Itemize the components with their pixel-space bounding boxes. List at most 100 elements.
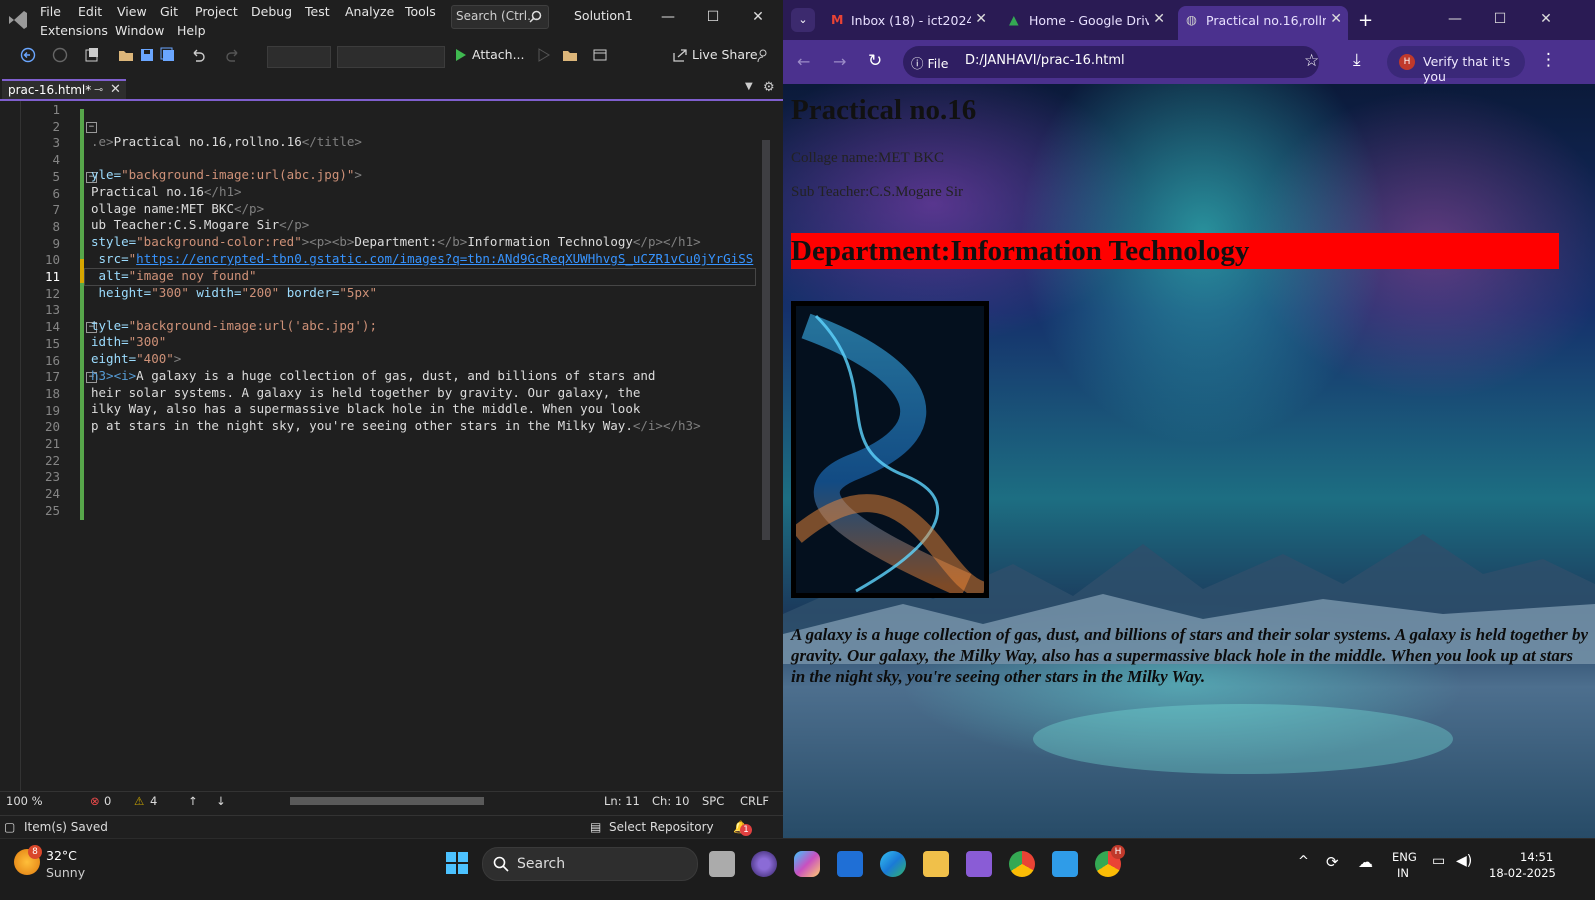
chevron-up-icon[interactable]: ^	[1298, 854, 1309, 869]
windows-start-icon[interactable]	[445, 851, 469, 875]
volume-icon[interactable]: ◀)	[1456, 853, 1472, 869]
notepad-icon[interactable]	[1052, 851, 1078, 877]
line-number: 6	[52, 185, 60, 201]
warning-count[interactable]: 4	[150, 794, 157, 808]
line-ending-indicator[interactable]: CRLF	[740, 794, 769, 808]
pin-icon[interactable]: ⊸	[94, 83, 103, 96]
clock-date[interactable]: 18-02-2025	[1489, 866, 1556, 880]
menu-debug[interactable]: Debug	[251, 4, 292, 19]
vertical-scrollbar-thumb[interactable]	[762, 140, 770, 540]
play-icon[interactable]	[452, 47, 468, 63]
vs-search-box[interactable]: Search (Ctrl...	[451, 5, 549, 29]
task-view-icon[interactable]	[709, 851, 735, 877]
clock-time[interactable]: 14:51	[1520, 850, 1553, 864]
save-icon[interactable]	[139, 47, 155, 63]
url-text[interactable]: D:/JANHAVI/prac-16.html	[965, 53, 1125, 68]
edge-icon[interactable]	[880, 851, 906, 877]
run-without-debug-icon[interactable]	[535, 47, 551, 63]
region-code[interactable]: IN	[1397, 866, 1409, 880]
menu-extensions[interactable]: Extensions	[40, 23, 108, 38]
address-bar[interactable]: ⓘ File D:/JANHAVI/prac-16.html	[903, 46, 1319, 78]
download-icon[interactable]: ⤓	[1353, 50, 1361, 70]
menu-view[interactable]: View	[117, 4, 147, 19]
undo-icon[interactable]	[190, 47, 206, 63]
bookmark-star-icon[interactable]: ☆	[1304, 51, 1319, 71]
platform-combo[interactable]	[337, 46, 445, 68]
tab-search-icon[interactable]: ⌄	[791, 8, 815, 32]
arrow-down-icon[interactable]: ↓	[216, 794, 226, 808]
folder-icon[interactable]	[562, 47, 578, 63]
site-info-chip[interactable]: ⓘ File	[911, 53, 948, 72]
feedback-icon[interactable]	[756, 47, 772, 63]
close-tab-icon[interactable]: ✕	[1153, 11, 1165, 27]
back-navigate-icon[interactable]	[20, 47, 36, 63]
cloud-offline-icon[interactable]: ☁	[1358, 853, 1373, 871]
weather-condition[interactable]: Sunny	[46, 865, 85, 880]
verify-identity-button[interactable]: H Verify that it's you	[1387, 46, 1525, 84]
output-icon[interactable]: ▢	[4, 820, 15, 834]
fold-toggle-icon[interactable]: −	[86, 122, 97, 133]
zoom-level[interactable]: 100 %	[6, 794, 43, 808]
image-url-link[interactable]: https://encrypted-tbn0.gstatic.com/image…	[136, 251, 753, 266]
menu-tools[interactable]: Tools	[405, 4, 436, 19]
vs-search-text: Search (Ctrl...	[456, 9, 539, 23]
file-explorer-icon[interactable]	[923, 851, 949, 877]
reload-icon[interactable]: ↻	[868, 51, 882, 71]
forward-navigate-icon[interactable]	[52, 47, 68, 63]
forward-arrow-icon[interactable]: →	[833, 52, 846, 71]
layout-icon[interactable]	[592, 47, 608, 63]
menu-analyze[interactable]: Analyze	[345, 4, 394, 19]
open-folder-icon[interactable]	[118, 47, 134, 63]
menu-test[interactable]: Test	[305, 4, 330, 19]
gear-icon[interactable]: ⚙	[763, 80, 775, 95]
share-icon[interactable]	[672, 47, 688, 63]
maximize-button[interactable]: ☐	[698, 5, 728, 29]
code-line-20: p at stars in the night sky, you're seei…	[91, 418, 701, 433]
kebab-menu-icon[interactable]: ⋮	[1540, 50, 1557, 70]
redo-icon[interactable]	[225, 47, 241, 63]
config-combo[interactable]	[267, 46, 331, 68]
menu-file[interactable]: File	[40, 4, 61, 19]
minimize-button[interactable]: —	[653, 5, 683, 29]
network-icon[interactable]: ▭	[1432, 853, 1445, 869]
new-project-icon[interactable]	[84, 47, 100, 63]
code-editor[interactable]: 1 2 3 4 5 6 7 8 9 10 11 12 13 14 15 16 17 18 19 20 21 22 23 24 2…	[0, 101, 757, 791]
tab-gmail[interactable]: M Inbox (18) - ict2024j ✕	[823, 6, 993, 34]
live-share-button[interactable]: Live Share	[692, 47, 758, 62]
back-arrow-icon[interactable]: ←	[797, 52, 810, 71]
chrome-close-button[interactable]: ✕	[1531, 7, 1561, 31]
chevron-down-icon[interactable]: ▼	[745, 81, 753, 92]
chrome-minimize-button[interactable]: —	[1440, 7, 1470, 31]
chrome-icon[interactable]	[1009, 851, 1035, 877]
error-count[interactable]: 0	[104, 794, 111, 808]
new-tab-button[interactable]: +	[1358, 10, 1373, 31]
language-code[interactable]: ENG	[1392, 850, 1417, 864]
tab-google-drive[interactable]: ▲ Home - Google Drive ✕	[1001, 6, 1171, 34]
close-tab-icon[interactable]: ✕	[1330, 11, 1342, 27]
attach-button[interactable]: Attach...	[472, 47, 525, 62]
menu-help[interactable]: Help	[177, 23, 206, 38]
menu-edit[interactable]: Edit	[78, 4, 102, 19]
taskbar-search[interactable]: Search	[482, 847, 698, 881]
eclipse-icon[interactable]	[751, 851, 777, 877]
close-button[interactable]: ✕	[743, 5, 773, 29]
whitespace-indicator[interactable]: SPC	[702, 794, 724, 808]
horizontal-scrollbar-thumb[interactable]	[290, 797, 484, 805]
weather-temperature[interactable]: 32°C	[46, 848, 77, 863]
arrow-up-icon[interactable]: ↑	[188, 794, 198, 808]
save-all-icon[interactable]	[160, 47, 176, 63]
warning-icon[interactable]: ⚠	[134, 794, 144, 808]
menu-git[interactable]: Git	[160, 4, 178, 19]
visual-studio-taskbar-icon[interactable]	[966, 851, 992, 877]
select-repository-button[interactable]: Select Repository	[609, 820, 714, 834]
close-tab-icon[interactable]: ✕	[110, 82, 121, 97]
chrome-maximize-button[interactable]: ☐	[1485, 7, 1515, 31]
microsoft-store-icon[interactable]	[837, 851, 863, 877]
copilot-icon[interactable]	[794, 851, 820, 877]
close-tab-icon[interactable]: ✕	[975, 11, 987, 27]
error-icon[interactable]: ⊗	[90, 794, 100, 808]
menu-project[interactable]: Project	[195, 4, 238, 19]
tab-practical[interactable]: ◍ Practical no.16,rollno ✕	[1178, 6, 1348, 40]
menu-window[interactable]: Window	[115, 23, 164, 38]
sync-icon[interactable]: ⟳	[1326, 853, 1339, 871]
